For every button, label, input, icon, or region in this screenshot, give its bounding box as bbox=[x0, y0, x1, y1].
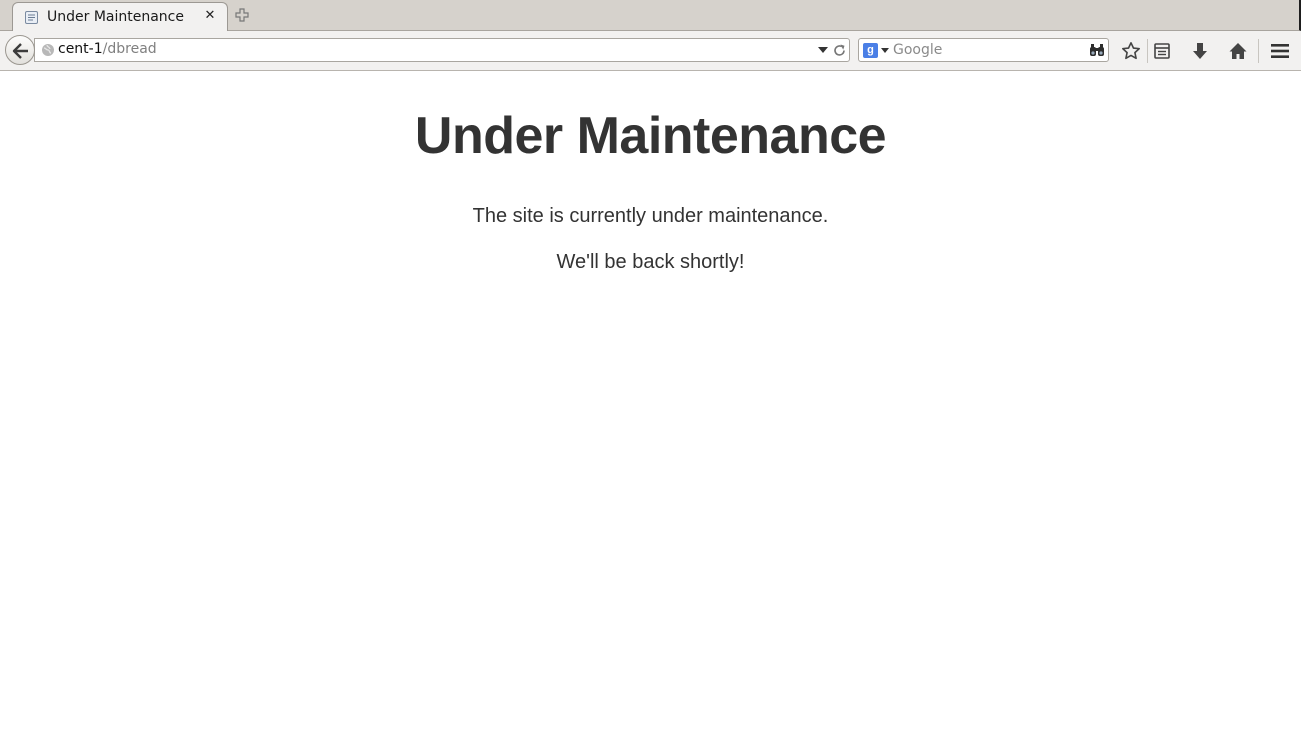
back-button[interactable] bbox=[5, 35, 35, 65]
reading-list-icon[interactable] bbox=[1152, 41, 1172, 61]
navigation-toolbar: cent-1/dbread g bbox=[0, 31, 1301, 71]
tab-strip: Under Maintenance ✕ bbox=[0, 0, 1301, 32]
bookmark-star-icon[interactable] bbox=[1121, 41, 1141, 61]
search-input[interactable] bbox=[893, 40, 1083, 60]
toolbar-separator bbox=[1258, 39, 1259, 63]
url-text[interactable]: cent-1/dbread bbox=[58, 41, 157, 57]
url-bar[interactable]: cent-1/dbread bbox=[34, 38, 850, 62]
reload-icon[interactable] bbox=[832, 43, 847, 58]
chevron-down-icon[interactable] bbox=[881, 48, 889, 53]
new-tab-icon[interactable] bbox=[234, 7, 250, 23]
url-dropdown-icon[interactable] bbox=[818, 47, 828, 54]
tab-title: Under Maintenance bbox=[47, 9, 184, 25]
back-shortly-message: We'll be back shortly! bbox=[556, 251, 745, 273]
search-bar[interactable]: g bbox=[858, 38, 1109, 62]
back-arrow-icon bbox=[12, 43, 28, 59]
menu-icon[interactable] bbox=[1270, 41, 1290, 61]
tab-close-icon[interactable]: ✕ bbox=[202, 7, 218, 25]
home-icon[interactable] bbox=[1228, 41, 1248, 61]
maintenance-message: The site is currently under maintenance. bbox=[472, 205, 829, 227]
url-path: /dbread bbox=[102, 41, 157, 57]
url-host: cent-1 bbox=[58, 41, 103, 57]
toolbar-separator bbox=[1147, 39, 1148, 63]
tab-under-maintenance[interactable]: Under Maintenance ✕ bbox=[12, 2, 228, 32]
page-content: Under Maintenance The site is currently … bbox=[0, 72, 1301, 744]
downloads-icon[interactable] bbox=[1190, 41, 1210, 61]
page-title: Under Maintenance bbox=[414, 107, 887, 165]
site-identity-icon[interactable] bbox=[41, 43, 55, 57]
search-engine-icon[interactable]: g bbox=[863, 43, 878, 58]
search-go-icon[interactable] bbox=[1089, 43, 1105, 58]
page-favicon-icon bbox=[25, 11, 38, 24]
